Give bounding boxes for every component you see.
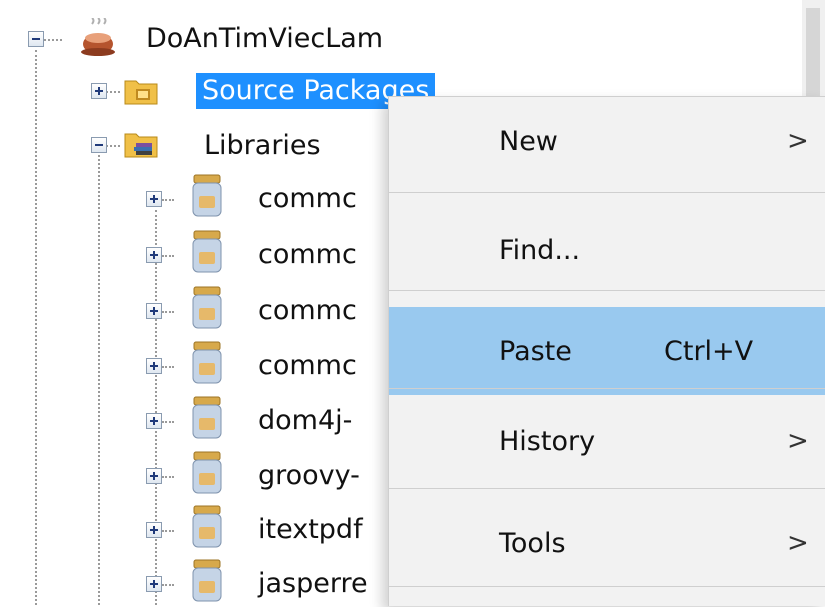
chevron-right-icon: >: [787, 126, 809, 156]
tree-guide-root: [35, 50, 37, 605]
chevron-right-icon: >: [787, 426, 809, 456]
tree-connector: [162, 311, 174, 313]
chevron-right-icon: >: [787, 528, 809, 558]
tree-connector: [106, 91, 120, 93]
menu-separator: [389, 290, 825, 291]
expand-toggle-jar[interactable]: [146, 191, 162, 207]
menu-item-shortcut: Ctrl+V: [664, 335, 754, 367]
tree-node-jar-label: commc: [258, 350, 357, 381]
menu-item-label: Paste: [499, 335, 572, 367]
tree-node-jar-label: jasperre: [258, 568, 368, 599]
menu-item-find[interactable]: Find...: [389, 206, 825, 294]
jar-icon: [191, 559, 223, 607]
expand-toggle-jar[interactable]: [146, 468, 162, 484]
menu-separator: [389, 388, 825, 389]
coffee-cup-icon: [78, 17, 118, 62]
jar-icon: [191, 396, 223, 444]
tree-connector: [162, 476, 174, 478]
tree-connector: [162, 421, 174, 423]
menu-separator: [389, 586, 825, 587]
expand-toggle-jar[interactable]: [146, 522, 162, 538]
expand-toggle-jar[interactable]: [146, 576, 162, 592]
tree-guide-level2: [155, 210, 157, 605]
expand-toggle-jar[interactable]: [146, 247, 162, 263]
tree-node-jar-label: commc: [258, 183, 357, 214]
tree-connector: [162, 366, 174, 368]
tree-connector: [162, 255, 174, 257]
tree-node-project[interactable]: DoAnTimViecLam: [146, 21, 383, 57]
tree-connector: [162, 199, 174, 201]
menu-separator: [389, 488, 825, 489]
collapse-toggle-libraries[interactable]: [91, 137, 107, 153]
jar-icon: [191, 451, 223, 499]
menu-item-label: New: [499, 125, 558, 157]
tree-connector: [44, 39, 62, 41]
scrollbar-thumb[interactable]: [806, 8, 820, 103]
expand-toggle-jar[interactable]: [146, 413, 162, 429]
context-menu: New > Find... Paste Ctrl+V History > Too…: [388, 96, 825, 606]
menu-separator: [389, 192, 825, 193]
tree-connector: [162, 530, 174, 532]
jar-icon: [191, 230, 223, 278]
menu-item-tools[interactable]: Tools >: [389, 499, 825, 587]
jar-icon: [191, 286, 223, 334]
tree-node-jar-label: commc: [258, 239, 357, 270]
tree-node-libraries[interactable]: Libraries: [204, 128, 321, 164]
jar-icon: [191, 174, 223, 222]
tree-connector: [162, 584, 174, 586]
collapse-toggle-project[interactable]: [28, 31, 44, 47]
tree-node-jar-label: itextpdf: [258, 514, 363, 545]
tree-node-jar-label: commc: [258, 295, 357, 326]
tree-node-jar-label: groovy-: [258, 460, 360, 491]
package-folder-icon: [124, 76, 158, 110]
menu-item-label: Tools: [499, 527, 566, 559]
tree-guide-level1: [98, 155, 100, 605]
library-folder-icon: [124, 129, 158, 165]
menu-item-paste[interactable]: Paste Ctrl+V: [389, 307, 825, 395]
menu-item-label: Find...: [499, 234, 581, 266]
menu-item-history[interactable]: History >: [389, 397, 825, 485]
expand-toggle-jar[interactable]: [146, 358, 162, 374]
expand-toggle-source-packages[interactable]: [91, 83, 107, 99]
expand-toggle-jar[interactable]: [146, 303, 162, 319]
menu-item-new[interactable]: New >: [389, 97, 825, 185]
jar-icon: [191, 341, 223, 389]
tree-node-jar-label: dom4j-: [258, 405, 353, 436]
menu-item-label: History: [499, 425, 596, 457]
jar-icon: [191, 505, 223, 553]
tree-connector: [106, 145, 120, 147]
